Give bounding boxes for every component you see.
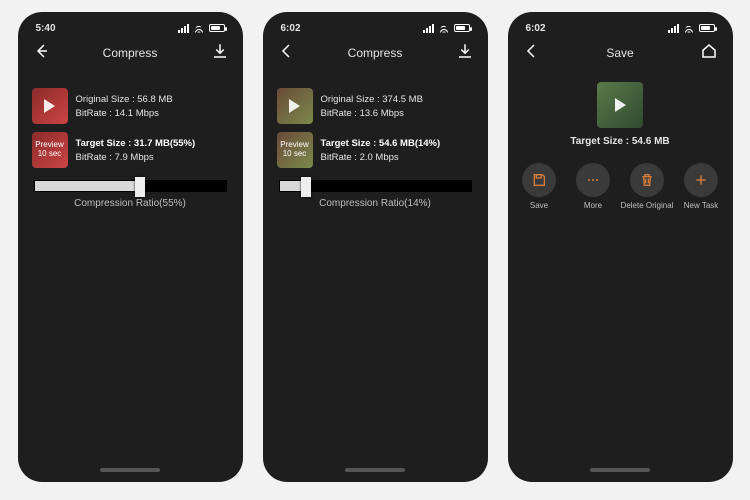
wifi-icon (193, 24, 205, 33)
original-thumbnail[interactable] (32, 88, 68, 124)
compress-content: Original Size : 56.8 MB BitRate : 14.1 M… (26, 68, 235, 466)
home-icon[interactable] (700, 42, 718, 65)
wifi-icon (438, 24, 450, 33)
target-size-label: Target Size : 54.6 MB(14%) (321, 138, 441, 149)
status-right (178, 24, 225, 33)
more-label: More (584, 201, 602, 210)
status-time: 5:40 (36, 23, 56, 34)
target-row: Preview 10 sec Target Size : 31.7 MB(55%… (32, 132, 229, 168)
original-bitrate-label: BitRate : 13.6 Mbps (321, 108, 423, 119)
target-size-label: Target Size : 54.6 MB (570, 136, 669, 147)
more-icon (585, 172, 601, 188)
home-indicator (100, 468, 160, 472)
slider-knob[interactable] (135, 177, 145, 197)
new-task-button[interactable]: New Task (679, 163, 723, 210)
compression-slider[interactable] (34, 180, 227, 192)
target-size-label: Target Size : 31.7 MB(55%) (76, 138, 196, 149)
status-bar: 6:02 (516, 18, 725, 36)
status-bar: 5:40 (26, 18, 235, 36)
download-icon[interactable] (456, 42, 474, 65)
original-thumbnail[interactable] (277, 88, 313, 124)
header: Compress (271, 38, 480, 68)
ratio-label: Compression Ratio(55%) (32, 198, 229, 209)
slider-knob[interactable] (301, 177, 311, 197)
action-row: Save More Delete Original New Task (517, 163, 723, 210)
target-row: Preview 10 sec Target Size : 54.6 MB(14%… (277, 132, 474, 168)
preview-badge: Preview 10 sec (32, 132, 68, 168)
back-icon[interactable] (522, 42, 540, 65)
battery-icon (454, 24, 470, 32)
slider-fill (35, 181, 140, 191)
preview-badge: Preview 10 sec (277, 132, 313, 168)
battery-icon (209, 24, 225, 32)
home-indicator (345, 468, 405, 472)
preview-thumbnail[interactable]: Preview 10 sec (277, 132, 313, 168)
original-bitrate-label: BitRate : 14.1 Mbps (76, 108, 173, 119)
original-row: Original Size : 56.8 MB BitRate : 14.1 M… (32, 88, 229, 124)
compression-slider[interactable] (279, 180, 472, 192)
page-title: Compress (103, 46, 158, 60)
wifi-icon (683, 24, 695, 33)
preview-thumbnail[interactable]: Preview 10 sec (32, 132, 68, 168)
back-icon[interactable] (32, 42, 50, 65)
signal-icon (178, 24, 189, 33)
signal-icon (423, 24, 434, 33)
new-task-label: New Task (684, 201, 719, 210)
preview-label-bottom: 10 sec (283, 150, 307, 159)
original-row: Original Size : 374.5 MB BitRate : 13.6 … (277, 88, 474, 124)
page-title: Compress (348, 46, 403, 60)
save-content: Target Size : 54.6 MB Save More Delete O… (516, 68, 725, 466)
back-icon[interactable] (277, 42, 295, 65)
target-bitrate-label: BitRate : 7.9 Mbps (76, 152, 196, 163)
play-icon (615, 98, 626, 112)
trash-icon (639, 172, 655, 188)
save-label: Save (530, 201, 548, 210)
play-icon (289, 99, 300, 113)
status-right (423, 24, 470, 33)
original-size-label: Original Size : 374.5 MB (321, 94, 423, 105)
phone-screen-compress-2: 6:02 Compress Original Size : 374.5 MB B… (263, 12, 488, 482)
status-time: 6:02 (526, 23, 546, 34)
target-bitrate-label: BitRate : 2.0 Mbps (321, 152, 441, 163)
status-time: 6:02 (281, 23, 301, 34)
saved-video-thumbnail[interactable] (597, 82, 643, 128)
status-right (668, 24, 715, 33)
compress-content: Original Size : 374.5 MB BitRate : 13.6 … (271, 68, 480, 466)
download-icon[interactable] (211, 42, 229, 65)
status-bar: 6:02 (271, 18, 480, 36)
header: Save (516, 38, 725, 68)
more-button[interactable]: More (571, 163, 615, 210)
phone-screen-compress-1: 5:40 Compress Original Size : 56.8 MB Bi… (18, 12, 243, 482)
save-icon (531, 172, 547, 188)
plus-icon (693, 172, 709, 188)
delete-label: Delete Original (621, 201, 674, 210)
page-title: Save (606, 46, 633, 60)
home-indicator (590, 468, 650, 472)
phone-screen-save: 6:02 Save Target Size : 54.6 MB Save M (508, 12, 733, 482)
signal-icon (668, 24, 679, 33)
save-button[interactable]: Save (517, 163, 561, 210)
original-size-label: Original Size : 56.8 MB (76, 94, 173, 105)
header: Compress (26, 38, 235, 68)
preview-label-bottom: 10 sec (38, 150, 62, 159)
delete-original-button[interactable]: Delete Original (625, 163, 669, 210)
play-icon (44, 99, 55, 113)
ratio-label: Compression Ratio(14%) (277, 198, 474, 209)
battery-icon (699, 24, 715, 32)
